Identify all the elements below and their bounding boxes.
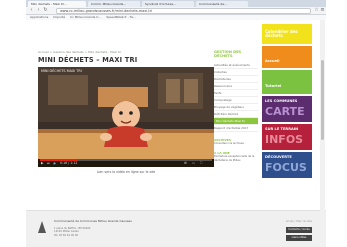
footer-sitemap-link[interactable]: Accès / Plan du site [286, 219, 312, 223]
footer-address: 1 place du Beffroi - BP 60205 12102 Mill… [54, 227, 91, 237]
sidebar-menu: GESTION DES DÉCHETS Actualités et évènem… [214, 50, 258, 162]
sidebar-item[interactable]: Collectes [214, 69, 258, 76]
tile-calendar-label: Calendrier des déchets [265, 29, 298, 38]
menu-icon[interactable]: ≡ [320, 8, 325, 13]
sidebar-archives-link[interactable]: Consultez nos archives [214, 142, 258, 146]
fullscreen-icon[interactable]: ⛶ [200, 161, 202, 165]
tile-infos-big-label: INFOS [265, 133, 304, 146]
settings-icon[interactable]: ⚙ [184, 161, 187, 165]
footer: Communauté de Communes Millau Grands Cau… [26, 210, 326, 247]
tile-focus-big-label: FOCUS [265, 161, 307, 174]
page-title: MINI DÉCHETS – MAXI TRI [38, 56, 138, 64]
volume-icon[interactable]: 🔈 [53, 161, 57, 165]
footer-org-name: Communauté de Communes Millau Grands Cau… [54, 219, 132, 223]
tile-tutoriel[interactable]: Tutoriel [262, 70, 312, 94]
video-frame-illustration [38, 67, 214, 167]
tile-carte-small-label: LES COMMUNES [265, 99, 298, 103]
back-icon[interactable]: ‹ [29, 8, 34, 13]
video-caption-link[interactable]: Lien vers la vidéo en ligne sur le site [38, 170, 214, 174]
page-scrollbar[interactable] [320, 20, 325, 247]
theater-icon[interactable]: ▭ [192, 161, 195, 165]
web-page: Accueil > Gestion des déchets > Mini déc… [26, 20, 326, 247]
footer-address-line: Tél. 05 65 61 00 00 [54, 233, 79, 237]
sidebar-news-link[interactable]: Fermeture exceptionnelle de la déchèteri… [214, 155, 258, 162]
star-icon[interactable]: ☆ [314, 8, 319, 13]
tile-tutoriel-label: Tutoriel [265, 83, 282, 88]
video-player[interactable]: MINI DÉCHETS MAXI TRI ▶ ⏭ 🔈 0:16 / 1:12 … [38, 67, 214, 167]
address-bar-row: ‹ › ↻ www.cc-millau-grandscausses.fr/min… [26, 7, 326, 15]
sidebar-item[interactable]: Tarifs [214, 90, 258, 97]
sidebar-item[interactable]: Mini déchets Maxi tri [214, 117, 258, 125]
sidebar-item[interactable]: Actualités et évènements [214, 62, 258, 69]
sidebar-item[interactable]: Broyage de végétaux [214, 104, 258, 111]
tile-carte-big-label: CARTE [265, 105, 305, 118]
video-title: MINI DÉCHETS MAXI TRI [41, 69, 82, 73]
tile-focus[interactable]: DÉCOUVERTE FOCUS [262, 152, 312, 178]
tile-calendar[interactable]: Calendrier des déchets [262, 24, 312, 44]
tile-accueil-label: Accueil [265, 59, 280, 63]
video-controls: ▶ ⏭ 🔈 0:16 / 1:12 ⚙ ▭ ⛶ [38, 159, 214, 167]
bookmark-item[interactable]: Cc Millau Grands C... [70, 15, 101, 19]
breadcrumb[interactable]: Accueil > Gestion des déchets > Mini déc… [38, 50, 121, 54]
browser-tab-bar: Mini déchets - Maxi tri... Comm. Millau … [26, 0, 326, 7]
forward-icon[interactable]: › [36, 8, 41, 13]
next-icon[interactable]: ⏭ [47, 161, 50, 165]
tile-infos-small-label: SUR LE TERRAIN [265, 127, 299, 131]
sidebar-item[interactable]: Compostage [214, 97, 258, 104]
scrollbar-thumb[interactable] [321, 60, 324, 140]
url-input[interactable]: www.cc-millau-grandscausses.fr/mini-dech… [56, 8, 311, 14]
tile-infos[interactable]: SUR LE TERRAIN INFOS [262, 124, 312, 150]
bookmark-item[interactable]: Applications [30, 15, 48, 19]
sidebar-item[interactable]: Défi Zéro Déchet [214, 111, 258, 118]
sidebar-item[interactable]: Déchèteries [214, 76, 258, 83]
footer-logo-icon [38, 221, 46, 233]
tile-carte[interactable]: LES COMMUNES CARTE [262, 96, 312, 122]
tile-focus-small-label: DÉCOUVERTE [265, 155, 292, 159]
footer-contact-button[interactable]: Contacts / Accès [286, 227, 312, 233]
reload-icon[interactable]: ↻ [43, 8, 48, 13]
sidebar-heading: GESTION DES DÉCHETS [214, 50, 242, 59]
sidebar-item[interactable]: Ressourcerie [214, 83, 258, 90]
tile-accueil[interactable]: Accueil [262, 46, 312, 68]
footer-links-button[interactable]: Liens utiles [286, 235, 312, 241]
sidebar-item[interactable]: Rapport d'activités 2017 [214, 125, 258, 132]
play-icon[interactable]: ▶ [41, 161, 43, 165]
bookmark-item[interactable]: SpeedPalak.fr - Ta... [106, 15, 136, 19]
sidebar-list: Actualités et évènements Collectes Déchète… [214, 62, 258, 132]
video-time: 0:16 / 1:12 [60, 161, 78, 165]
bookmark-item[interactable]: Importé [53, 15, 65, 19]
